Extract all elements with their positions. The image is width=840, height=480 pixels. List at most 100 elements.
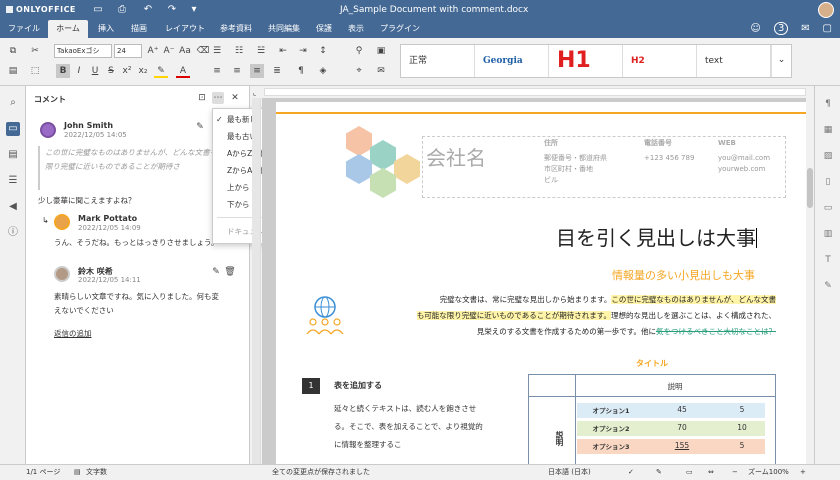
edit-icon[interactable]: ✎ <box>210 266 222 278</box>
language-select[interactable]: 日本語 (日本) <box>548 465 591 480</box>
about-icon[interactable]: ⓘ <box>6 226 20 240</box>
styles-expand-icon[interactable]: ⌄ <box>771 45 791 77</box>
increase-font-icon[interactable]: A⁺ <box>146 44 160 58</box>
document-area[interactable]: 会社名 住所 郵便番号・都道府県 市区町村・番地 ビル 電話番号 +123 45… <box>262 98 806 464</box>
decrease-indent-icon[interactable]: ⇤ <box>276 44 290 58</box>
data-table[interactable]: 説明 説明 オプション1 45 5 オプション2 70 10 オプション3 15… <box>528 374 776 464</box>
header-footer-icon[interactable]: ▯ <box>822 176 834 188</box>
decrease-font-icon[interactable]: A⁻ <box>162 44 176 58</box>
change-case-icon[interactable]: Aa <box>178 44 192 58</box>
image-settings-icon[interactable]: ▨ <box>822 150 834 162</box>
document-page[interactable]: 会社名 住所 郵便番号・都道府県 市区町村・番地 ビル 電話番号 +123 45… <box>276 102 806 464</box>
color-scheme-icon[interactable]: ▣ <box>374 44 388 58</box>
users-icon[interactable]: ☺ 3 <box>750 22 789 35</box>
tab-protection[interactable]: 保護 <box>310 20 338 38</box>
font-color-icon[interactable]: A <box>176 64 190 78</box>
paste-icon[interactable]: ▤ <box>6 64 20 78</box>
tracked-change-text[interactable]: 気をつけるべきこと大切なことは？ <box>656 327 776 336</box>
italic-icon[interactable]: I <box>72 64 86 78</box>
word-count-label[interactable]: 文字数 <box>86 465 107 480</box>
textart-settings-icon[interactable]: T <box>822 254 834 266</box>
align-center-icon[interactable]: ≡ <box>230 64 244 78</box>
track-changes-icon[interactable]: ✎ <box>656 465 662 480</box>
increase-indent-icon[interactable]: ⇥ <box>296 44 310 58</box>
copy-style-icon[interactable]: ⚲ <box>352 44 366 58</box>
paragraph-line[interactable]: も可能な限り完璧に近いものであることが期待されます。理想的な見出しを選ぶことは、… <box>370 308 776 324</box>
bold-icon[interactable]: B <box>56 64 70 78</box>
spellcheck-icon[interactable]: ✓ <box>628 465 634 480</box>
vertical-ruler[interactable] <box>252 98 261 464</box>
scrollbar-thumb[interactable] <box>807 168 813 208</box>
feedback-icon[interactable]: ◀ <box>6 200 20 214</box>
copy-icon[interactable]: ⧉ <box>6 44 20 58</box>
style-h1[interactable]: H1 <box>549 45 623 77</box>
shape-settings-icon[interactable]: ▭ <box>822 202 834 214</box>
select-all-icon[interactable]: ⬚ <box>28 64 42 78</box>
add-reply-link[interactable]: 返信の追加 <box>54 328 92 339</box>
tab-view[interactable]: 表示 <box>342 20 370 38</box>
horizontal-ruler[interactable] <box>264 88 806 96</box>
line-spacing-icon[interactable]: ↕ <box>316 44 330 58</box>
strikethrough-icon[interactable]: S <box>104 64 118 78</box>
bullets-icon[interactable]: ☰ <box>210 44 224 58</box>
search-icon[interactable]: ⌕ <box>6 96 20 110</box>
comments-icon[interactable]: ▭ <box>6 122 20 136</box>
main-heading[interactable]: 目を引く見出しは大事 <box>556 222 757 251</box>
fit-width-icon[interactable]: ⇔ <box>708 465 714 480</box>
justify-icon[interactable]: ≣ <box>270 64 284 78</box>
chart-settings-icon[interactable]: ▥ <box>822 228 834 240</box>
multilevel-icon[interactable]: ☱ <box>254 44 268 58</box>
open-location-icon[interactable]: ▢ <box>823 23 832 34</box>
sort-menu-button[interactable]: ⋯ <box>212 92 224 104</box>
cut-icon[interactable]: ✂ <box>28 44 42 58</box>
chat-icon[interactable]: ▤ <box>6 148 20 162</box>
save-icon[interactable]: ▭ <box>92 4 104 15</box>
commented-text[interactable]: も可能な限り完璧に近いものであることが期待されます。 <box>416 311 611 320</box>
font-name-select[interactable]: TakaoExゴシ <box>54 44 112 58</box>
navigation-icon[interactable]: ☰ <box>6 174 20 188</box>
close-icon[interactable]: ✕ <box>229 92 241 104</box>
underline-icon[interactable]: U <box>88 64 102 78</box>
zoom-in-icon[interactable]: + <box>800 465 806 480</box>
add-comment-icon[interactable]: ⊡ <box>196 92 208 104</box>
fit-page-icon[interactable]: ▭ <box>686 465 693 480</box>
font-size-select[interactable]: 24 <box>114 44 142 58</box>
tab-collaboration[interactable]: 共同編集 <box>262 20 306 38</box>
tab-file[interactable]: ファイル <box>4 20 44 38</box>
tab-home[interactable]: ホーム <box>48 20 88 38</box>
vertical-scrollbar[interactable] <box>806 98 814 464</box>
mail-merge-icon[interactable]: ✉ <box>374 64 388 78</box>
tab-references[interactable]: 参考資料 <box>214 20 258 38</box>
paragraph-line[interactable]: 見栄えのする文書を作成するための第一歩です。他に気をつけるべきこと大切なことは？ <box>370 324 776 340</box>
shading-icon[interactable]: ◈ <box>316 64 330 78</box>
style-h2[interactable]: H2 <box>623 45 697 77</box>
page-indicator[interactable]: 1/1 ページ <box>26 465 60 480</box>
style-text[interactable]: text <box>697 45 771 77</box>
edit-icon[interactable]: ✎ <box>194 121 206 133</box>
zoom-level[interactable]: ズーム100% <box>748 465 789 480</box>
numbering-icon[interactable]: ☷ <box>232 44 246 58</box>
delete-icon[interactable]: 🗑 <box>224 266 236 278</box>
tab-insert[interactable]: 挿入 <box>92 20 120 38</box>
commented-text[interactable]: この世に完璧なものはありませんが、どんな文書 <box>611 295 776 304</box>
highlight-icon[interactable]: ✎ <box>154 64 168 78</box>
tab-stop-icon[interactable]: ⌞ <box>253 89 261 97</box>
superscript-icon[interactable]: x² <box>120 64 134 78</box>
paint-format-icon[interactable]: ⌖ <box>352 64 366 78</box>
table-settings-icon[interactable]: ▦ <box>822 124 834 136</box>
align-right-icon[interactable]: ≡ <box>250 64 264 78</box>
paragraph-line[interactable]: 完璧な文書は、常に完璧な見出しから始まります。この世に完璧なものはありませんが、… <box>370 292 776 308</box>
paragraph-settings-icon[interactable]: ¶ <box>822 98 834 110</box>
nonprinting-chars-icon[interactable]: ¶ <box>294 64 308 78</box>
tab-draw[interactable]: 描画 <box>124 20 154 38</box>
clear-style-icon[interactable]: ⌫ <box>196 44 210 58</box>
user-avatar[interactable] <box>818 2 834 18</box>
style-normal[interactable]: 正常 <box>401 45 475 77</box>
subscript-icon[interactable]: x₂ <box>136 64 150 78</box>
style-georgia[interactable]: Georgia <box>475 45 549 77</box>
signature-settings-icon[interactable]: ✎ <box>822 280 834 292</box>
undo-icon[interactable]: ↶ <box>142 4 154 15</box>
tab-layout[interactable]: レイアウト <box>160 20 210 38</box>
comments-header-icon[interactable]: ✉ <box>801 23 809 34</box>
tab-plugins[interactable]: プラグイン <box>376 20 424 38</box>
